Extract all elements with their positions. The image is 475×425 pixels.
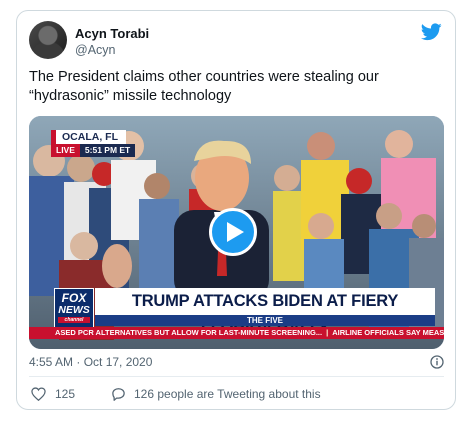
- tweeting-link[interactable]: 126 people are Tweeting about this: [111, 387, 321, 401]
- heart-icon: [31, 387, 46, 401]
- tweet-timestamp[interactable]: 4:55 AM · Oct 17, 2020: [29, 355, 152, 369]
- location-label: OCALA, FL: [51, 130, 126, 144]
- twitter-bird-icon[interactable]: [421, 23, 442, 41]
- network-logo-bottom: NEWS: [58, 304, 90, 316]
- author-handle[interactable]: @Acyn: [75, 43, 115, 57]
- network-logo: FOX NEWS channel: [54, 288, 94, 328]
- live-time: 5:51 PM ET: [79, 144, 136, 157]
- divider: [29, 376, 444, 377]
- like-button[interactable]: 125: [31, 387, 75, 401]
- play-icon: [227, 222, 244, 242]
- speech-bubble-icon: [112, 388, 125, 401]
- play-button[interactable]: [209, 208, 257, 256]
- ticker-right: AIRLINE OFFICIALS SAY MEASURES: [332, 328, 444, 337]
- chyron-headline: TRUMP ATTACKS BIDEN AT FIERY FLORIDA RAL…: [95, 288, 435, 337]
- show-name-bar: THE FIVE: [95, 315, 435, 326]
- avatar[interactable]: [29, 21, 67, 59]
- like-count: 125: [55, 387, 76, 401]
- author-name[interactable]: Acyn Torabi: [75, 26, 149, 41]
- info-icon[interactable]: [430, 355, 444, 369]
- video-player[interactable]: OCALA, FL LIVE 5:51 PM ET FOX NEWS chann…: [29, 116, 444, 349]
- tweet-text: The President claims other countries wer…: [29, 69, 379, 104]
- ticker-separator: |: [326, 328, 329, 337]
- tweet-card[interactable]: Acyn Torabi @Acyn The President claims o…: [16, 10, 456, 410]
- news-ticker: ASED PCR ALTERNATIVES BUT ALLOW FOR LAST…: [29, 327, 444, 339]
- network-logo-channel: channel: [58, 317, 90, 323]
- tweeting-text: 126 people are Tweeting about this: [134, 387, 321, 401]
- live-label: LIVE: [51, 144, 80, 157]
- ticker-left: ASED PCR ALTERNATIVES BUT ALLOW FOR LAST…: [55, 328, 323, 337]
- show-name: THE FIVE: [244, 316, 285, 325]
- live-badge: LIVE 5:51 PM ET: [51, 144, 136, 157]
